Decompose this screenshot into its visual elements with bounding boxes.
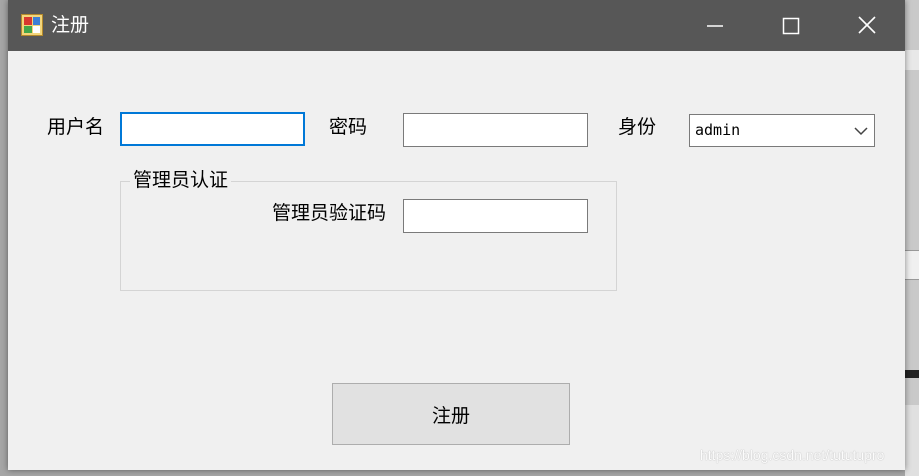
admin-auth-legend: 管理员认证 xyxy=(130,168,232,192)
password-label: 密码 xyxy=(329,116,368,138)
background-element xyxy=(905,50,919,70)
role-select[interactable]: admin xyxy=(689,114,875,147)
register-window: 注册 用户名 密码 身份 admin 管理员认证 管理员验证码 注册 xyxy=(8,0,905,470)
close-button[interactable] xyxy=(830,0,902,51)
background-window-strip xyxy=(905,0,919,476)
register-button[interactable]: 注册 xyxy=(332,383,570,445)
admin-auth-groupbox xyxy=(120,181,617,291)
background-element xyxy=(905,250,919,280)
window-title: 注册 xyxy=(51,14,90,36)
password-input[interactable] xyxy=(404,114,587,146)
background-element xyxy=(905,370,919,378)
chevron-down-icon xyxy=(854,127,868,136)
username-input[interactable] xyxy=(122,114,303,144)
minimize-icon xyxy=(707,25,723,27)
username-field-box[interactable] xyxy=(120,112,305,146)
role-selected-value: admin xyxy=(695,121,741,139)
title-bar[interactable]: 注册 xyxy=(8,0,905,51)
app-form-icon xyxy=(21,14,43,36)
password-field-box[interactable] xyxy=(403,113,588,147)
username-label: 用户名 xyxy=(47,116,105,138)
minimize-button[interactable] xyxy=(678,0,750,51)
watermark-text: https://blog.csdn.net/tututupro xyxy=(700,447,885,463)
admin-code-field-box[interactable] xyxy=(403,199,588,233)
role-label: 身份 xyxy=(618,116,657,138)
admin-code-label: 管理员验证码 xyxy=(272,202,387,224)
admin-code-input[interactable] xyxy=(404,200,587,232)
close-icon xyxy=(858,16,876,34)
maximize-button[interactable] xyxy=(754,0,826,51)
background-element xyxy=(905,405,919,476)
maximize-icon xyxy=(782,17,800,35)
